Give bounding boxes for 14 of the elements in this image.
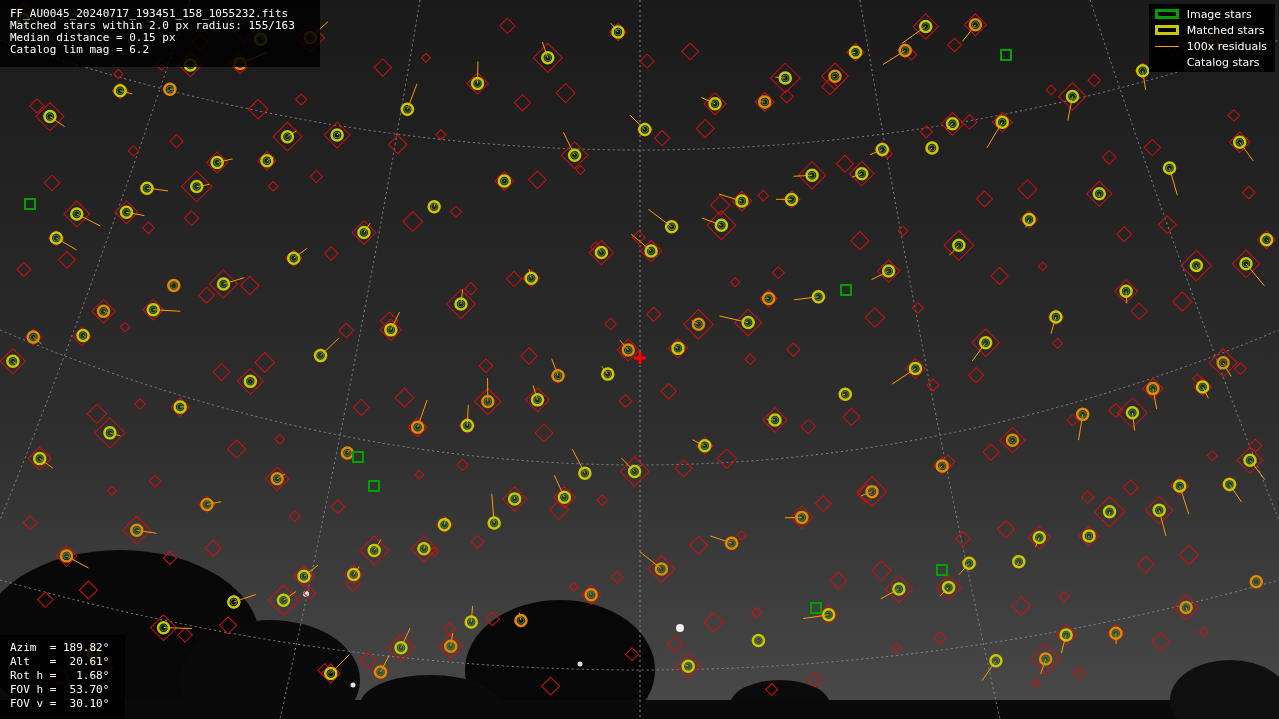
info-line: FF_AU0045_20240717_193451_158_1055232.fits	[10, 8, 290, 20]
crosshair-icon	[634, 352, 646, 364]
pointing-line: Alt = 20.61°	[10, 656, 111, 668]
legend-label: 100x residuals	[1186, 39, 1267, 53]
info-line: Matched stars within 2.0 px radius: 155/163	[10, 20, 296, 32]
info-line: Catalog lim mag = 6.2	[10, 44, 151, 56]
pointing-line: FOV v = 30.10°	[10, 698, 111, 710]
legend-label: Image stars	[1186, 7, 1252, 21]
legend-label: Catalog stars	[1186, 55, 1260, 69]
legend-label: Matched stars	[1186, 23, 1265, 37]
pointing-line: Rot h = 1.68°	[10, 670, 111, 682]
pointing-line: Azim = 189.82°	[10, 642, 111, 654]
pointing-line: FOV h = 53.70°	[10, 684, 111, 696]
info-line: Median distance = 0.15 px	[10, 32, 177, 44]
